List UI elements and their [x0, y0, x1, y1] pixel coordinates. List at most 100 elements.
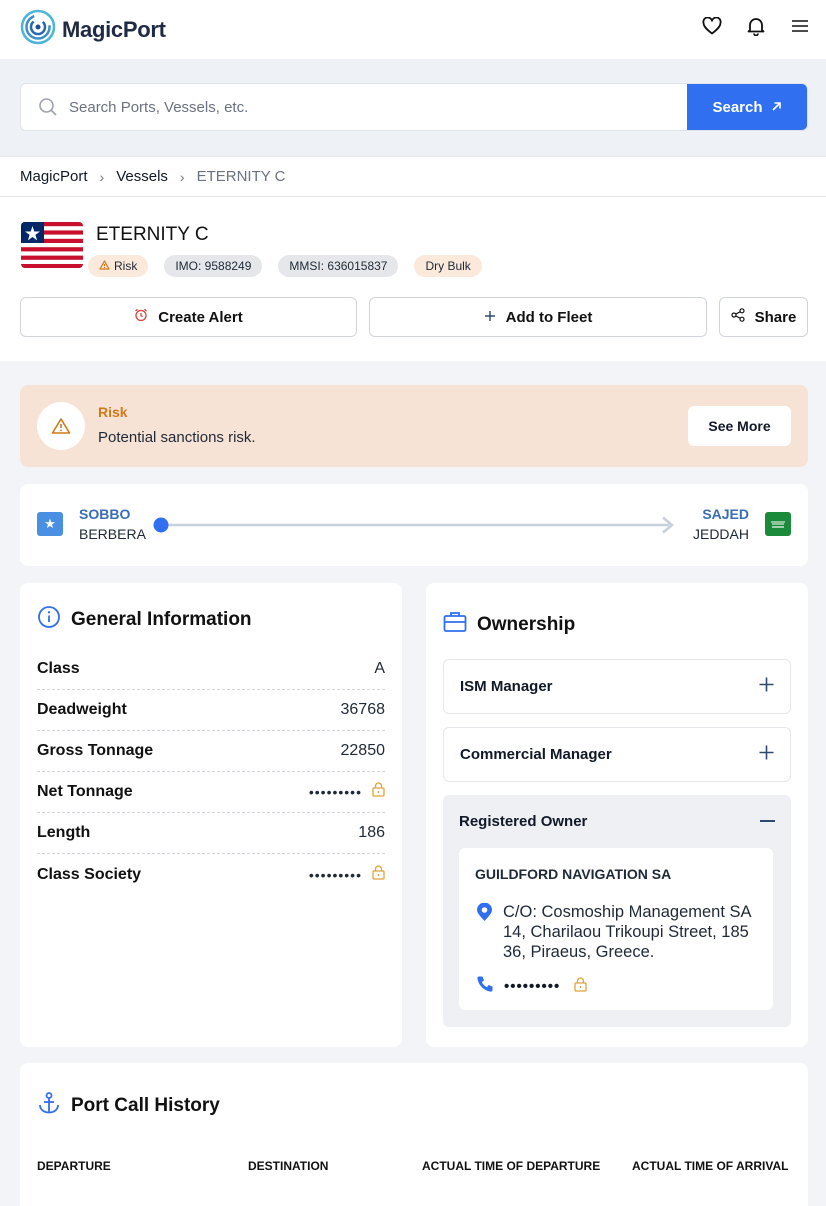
logo[interactable]: MagicPort [20, 8, 166, 51]
breadcrumb-current: ETERNITY C [196, 168, 286, 185]
chevron-right-icon: › [179, 168, 185, 185]
column-header-atd[interactable]: ACTUAL TIME OF DEPARTURE [422, 1159, 600, 1173]
search-band: Search [0, 59, 826, 156]
risk-description: Potential sanctions risk. [98, 429, 256, 446]
alarm-clock-icon [134, 308, 148, 326]
plus-icon [759, 677, 774, 696]
warning-icon [99, 259, 110, 273]
bell-icon[interactable] [746, 16, 766, 36]
vessel-type-badge: Dry Bulk [414, 255, 482, 277]
column-header-departure[interactable]: DEPARTURE [37, 1159, 111, 1173]
departure-port[interactable]: SOBBO BERBERA [79, 506, 146, 542]
create-alert-label: Create Alert [158, 308, 243, 326]
share-icon [731, 308, 745, 326]
info-label: Net Tonnage [37, 783, 133, 800]
see-more-button[interactable]: See More [688, 406, 791, 446]
registered-owner-section: Registered Owner GUILDFORD NAVIGATION SA… [443, 795, 791, 1027]
warning-icon [37, 402, 85, 450]
risk-badge: Risk [88, 255, 149, 277]
logo-icon [20, 8, 56, 51]
route-card: ★ SOBBO BERBERA SAJED JEDDAH [20, 484, 808, 566]
port-call-history-title: Port Call History [71, 1095, 220, 1116]
create-alert-button[interactable]: Create Alert [20, 297, 357, 337]
column-header-destination[interactable]: DESTINATION [248, 1159, 328, 1173]
add-to-fleet-label: Add to Fleet [505, 308, 593, 326]
imo-badge: IMO: 9588249 [164, 255, 263, 277]
info-row-class-society: Class Society ••••••••• [37, 854, 385, 895]
company-phone: ••••••••• [476, 975, 587, 998]
lock-icon[interactable] [372, 864, 385, 885]
commercial-manager-row[interactable]: Commercial Manager [443, 727, 791, 782]
minus-icon[interactable] [760, 820, 775, 822]
share-button[interactable]: Share [719, 297, 808, 337]
info-row-gross-tonnage: Gross Tonnage 22850 [37, 731, 385, 772]
arrow-up-right-icon [771, 99, 782, 116]
info-icon [37, 605, 61, 635]
info-value-masked: ••••••••• [308, 784, 362, 800]
info-label: Gross Tonnage [37, 742, 154, 759]
heart-icon[interactable] [702, 16, 722, 36]
info-value: A [374, 660, 385, 677]
search-box: Search [20, 83, 808, 131]
mmsi-badge: MMSI: 636015837 [278, 255, 399, 277]
info-label: Deadweight [37, 701, 127, 718]
info-label: Class Society [37, 865, 142, 883]
info-value-masked: ••••••••• [308, 866, 362, 883]
commercial-manager-label: Commercial Manager [460, 746, 612, 763]
phone-icon [476, 975, 494, 998]
share-label: Share [754, 308, 797, 326]
vessel-header: ETERNITY C Risk IMO: 9588249 MMSI: 63601… [0, 197, 826, 361]
info-value: 22850 [340, 742, 386, 759]
info-row-length: Length 186 [37, 813, 385, 854]
top-bar: MagicPort [0, 0, 826, 59]
column-header-ata[interactable]: ACTUAL TIME OF ARRIVAL [632, 1159, 788, 1173]
info-row-net-tonnage: Net Tonnage ••••••••• [37, 772, 385, 813]
liberia-flag-icon [21, 222, 83, 268]
vessel-name: ETERNITY C [96, 224, 209, 245]
ownership-card: Ownership ISM Manager Commercial Manager… [426, 583, 808, 1047]
arrival-port[interactable]: SAJED JEDDAH [693, 506, 749, 542]
briefcase-icon [443, 611, 467, 639]
departure-port-code: SOBBO [79, 506, 131, 522]
breadcrumb-home[interactable]: MagicPort [20, 168, 88, 185]
risk-badge-label: Risk [114, 259, 138, 273]
search-button[interactable]: Search [687, 84, 807, 130]
info-label: Class [37, 660, 80, 677]
info-value: 36768 [340, 701, 386, 718]
risk-title: Risk [98, 404, 128, 420]
route-progress [153, 516, 678, 539]
info-value: 186 [358, 824, 385, 841]
company-address: C/O: Cosmoship Management SA 14, Charila… [503, 903, 751, 961]
registered-owner-label[interactable]: Registered Owner [459, 813, 587, 830]
plus-icon [484, 309, 496, 326]
arrival-port-code: SAJED [702, 506, 749, 522]
search-input[interactable] [69, 84, 679, 130]
general-information-title: General Information [71, 609, 252, 630]
plus-icon [759, 745, 774, 764]
somaliland-flag-icon: ★ [37, 512, 63, 536]
departure-port-name: BERBERA [79, 526, 146, 542]
ism-manager-label: ISM Manager [460, 678, 553, 695]
lock-icon[interactable] [372, 782, 385, 802]
risk-banner: Risk Potential sanctions risk. See More [20, 385, 808, 467]
search-icon [38, 97, 58, 122]
brand-name: MagicPort [62, 16, 166, 42]
phone-masked: ••••••••• [504, 978, 561, 995]
saudi-arabia-flag-icon [765, 512, 791, 536]
location-pin-icon [476, 902, 493, 927]
general-information-card: General Information Class A Deadweight 3… [20, 583, 402, 1047]
menu-icon[interactable] [790, 16, 810, 36]
info-row-deadweight: Deadweight 36768 [37, 690, 385, 731]
ism-manager-row[interactable]: ISM Manager [443, 659, 791, 714]
add-to-fleet-button[interactable]: Add to Fleet [369, 297, 707, 337]
lock-icon[interactable] [574, 976, 587, 997]
breadcrumb-vessels[interactable]: Vessels [116, 168, 168, 185]
breadcrumb: MagicPort › Vessels › ETERNITY C [0, 156, 826, 197]
ownership-title: Ownership [477, 614, 576, 635]
anchor-icon [37, 1091, 61, 1121]
company-name: GUILDFORD NAVIGATION SA [475, 866, 672, 882]
info-label: Length [37, 824, 91, 841]
arrival-port-name: JEDDAH [692, 526, 749, 542]
search-button-label: Search [712, 98, 763, 116]
chevron-right-icon: › [99, 168, 105, 185]
